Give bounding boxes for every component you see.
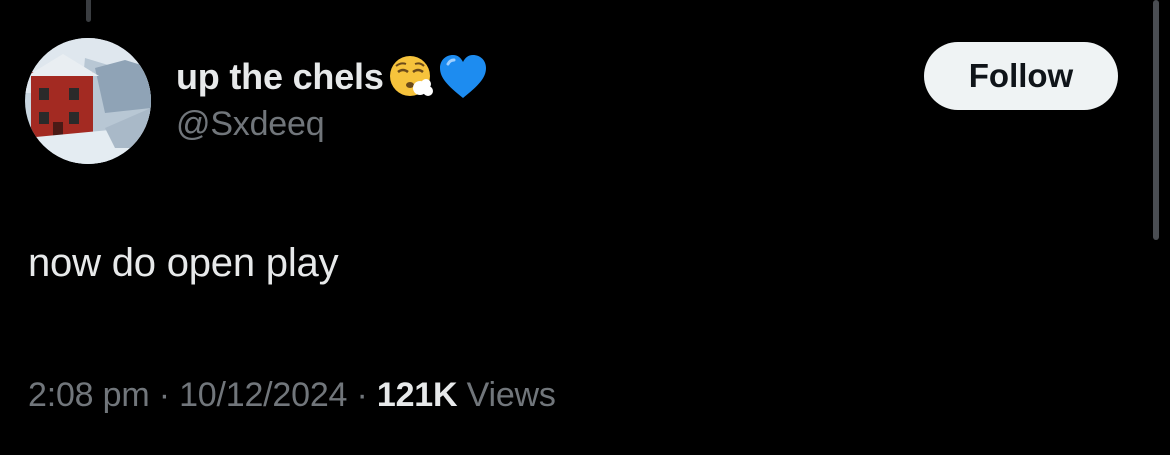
meta-separator: · — [356, 376, 368, 414]
scrollbar[interactable] — [1153, 0, 1159, 240]
blue-heart-emoji — [438, 54, 488, 100]
display-name[interactable]: up the chels — [176, 56, 384, 98]
thread-connector-line — [86, 0, 91, 22]
meta-separator: · — [158, 376, 170, 414]
tweet-meta: 2:08 pm · 10/12/2024 · 121K Views — [28, 376, 556, 415]
tweet-time[interactable]: 2:08 pm — [28, 376, 150, 414]
face-exhaling-emoji — [388, 54, 434, 100]
avatar-image — [25, 38, 151, 164]
tweet-date[interactable]: 10/12/2024 — [179, 376, 347, 414]
tweet-text: now do open play — [28, 241, 339, 285]
views-count[interactable]: 121K — [377, 376, 458, 414]
views-label: Views — [466, 376, 556, 414]
user-handle[interactable]: @Sxdeeq — [176, 105, 325, 144]
author-name-row[interactable]: up the chels — [176, 52, 488, 102]
avatar[interactable] — [25, 38, 151, 164]
follow-button[interactable]: Follow — [924, 42, 1118, 110]
